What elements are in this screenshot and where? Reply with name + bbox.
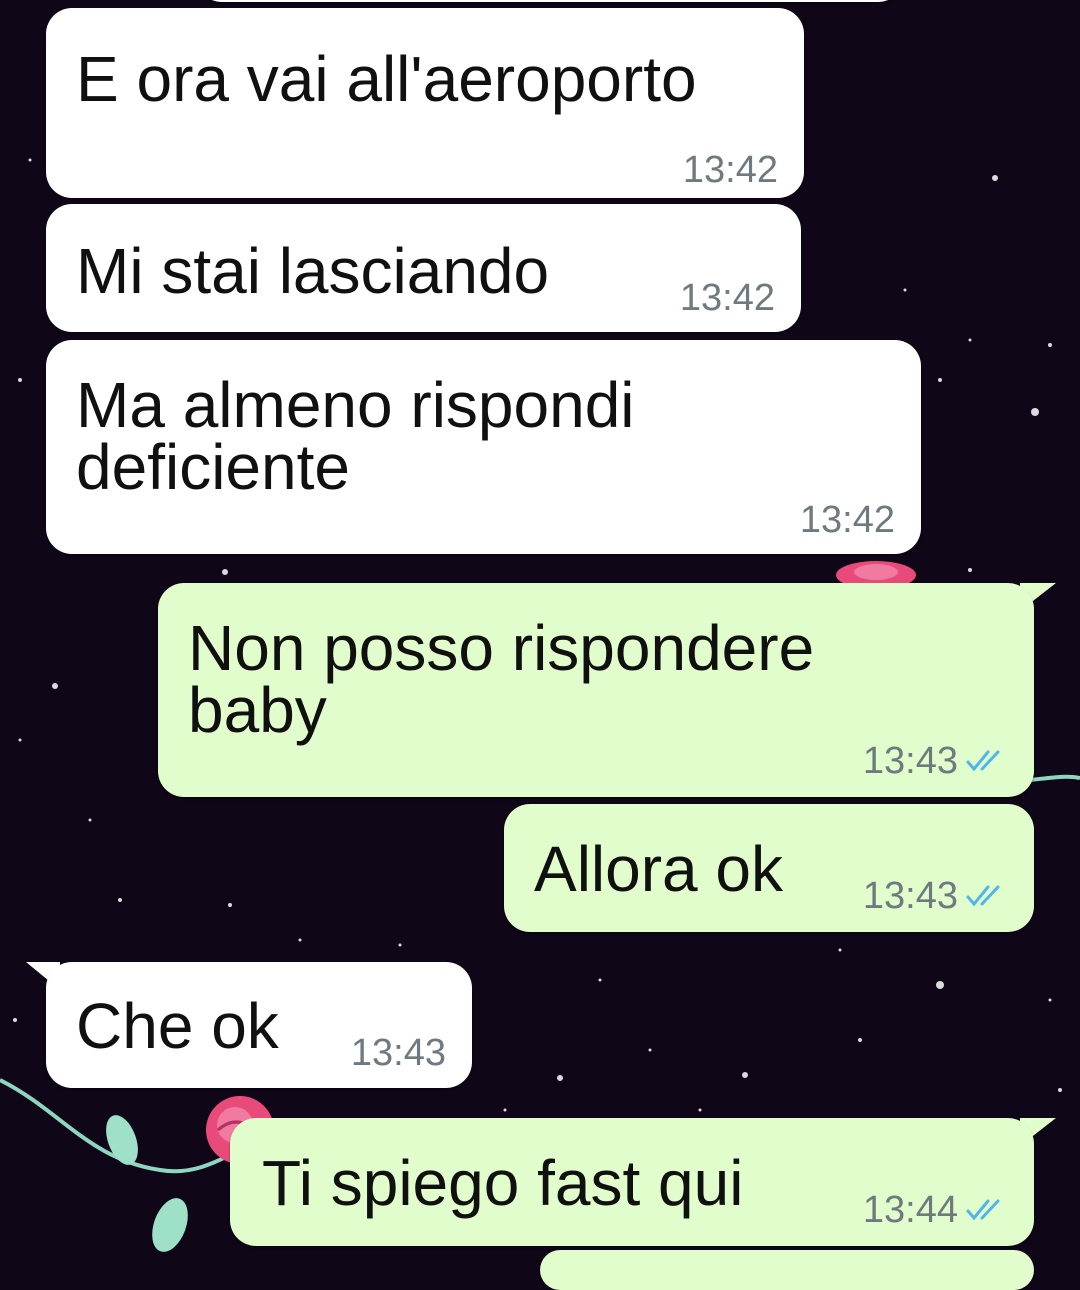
double-check-icon <box>966 1199 1000 1221</box>
message-bubble-incoming[interactable]: Ma almeno rispondi deficiente 13:42 <box>46 340 921 554</box>
double-check-icon <box>966 885 1000 907</box>
double-check-icon <box>966 750 1000 772</box>
message-time: 13:43 <box>350 1032 446 1074</box>
message-bubble-outgoing[interactable]: Non posso rispondere baby 13:43 <box>158 583 1034 797</box>
message-bubble-outgoing[interactable]: Allora ok 13:43 <box>504 804 1034 932</box>
message-time: 13:44 <box>862 1189 958 1231</box>
previous-message-bubble <box>200 0 900 2</box>
message-bubble-incoming[interactable]: Mi stai lasciando 13:42 <box>46 204 801 332</box>
message-text: Mi stai lasciando <box>76 235 550 307</box>
message-timestamp: 13:44 <box>863 1190 1008 1230</box>
message-timestamp: 13:43 <box>863 876 1008 916</box>
message-text: Che ok <box>76 990 279 1062</box>
leaf <box>106 1115 138 1165</box>
message-text: E ora vai all'aeroporto <box>76 43 697 115</box>
message-text: Non posso rispondere baby <box>188 612 815 746</box>
message-time: 13:42 <box>799 499 895 541</box>
message-time: 13:43 <box>862 875 958 917</box>
message-timestamp: 13:42 <box>800 500 895 540</box>
next-message-bubble <box>540 1250 1034 1290</box>
message-timestamp: 13:42 <box>683 150 778 190</box>
message-timestamp: 13:43 <box>863 741 1008 781</box>
message-text: Ma almeno rispondi deficiente <box>76 369 635 503</box>
message-time: 13:42 <box>682 149 778 191</box>
message-time: 13:42 <box>679 277 775 319</box>
message-text: Allora ok <box>534 833 783 905</box>
message-time: 13:43 <box>862 740 958 782</box>
message-bubble-incoming[interactable]: E ora vai all'aeroporto 13:42 <box>46 8 804 198</box>
message-bubble-incoming[interactable]: Che ok 13:43 <box>46 962 472 1088</box>
message-text: Ti spiego fast qui <box>262 1147 744 1219</box>
message-timestamp: 13:42 <box>680 278 775 318</box>
message-bubble-outgoing[interactable]: Ti spiego fast qui 13:44 <box>230 1118 1034 1246</box>
message-timestamp: 13:43 <box>351 1033 446 1073</box>
